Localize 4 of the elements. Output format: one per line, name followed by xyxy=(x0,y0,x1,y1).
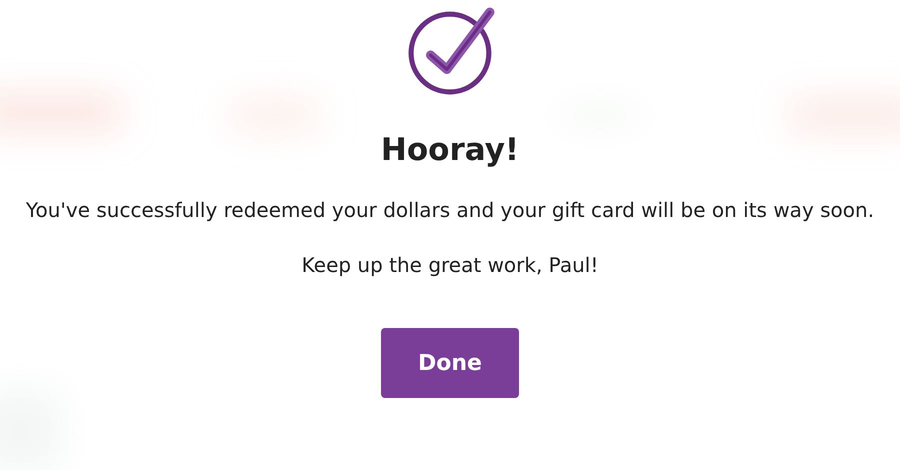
success-message: You've successfully redeemed your dollars and your gift card will be on its way soon. xyxy=(24,197,876,224)
dialog-title: Hooray! xyxy=(380,131,520,170)
encouragement-text: Keep up the great work, Paul! xyxy=(302,252,598,279)
done-button[interactable]: Done xyxy=(381,328,519,398)
